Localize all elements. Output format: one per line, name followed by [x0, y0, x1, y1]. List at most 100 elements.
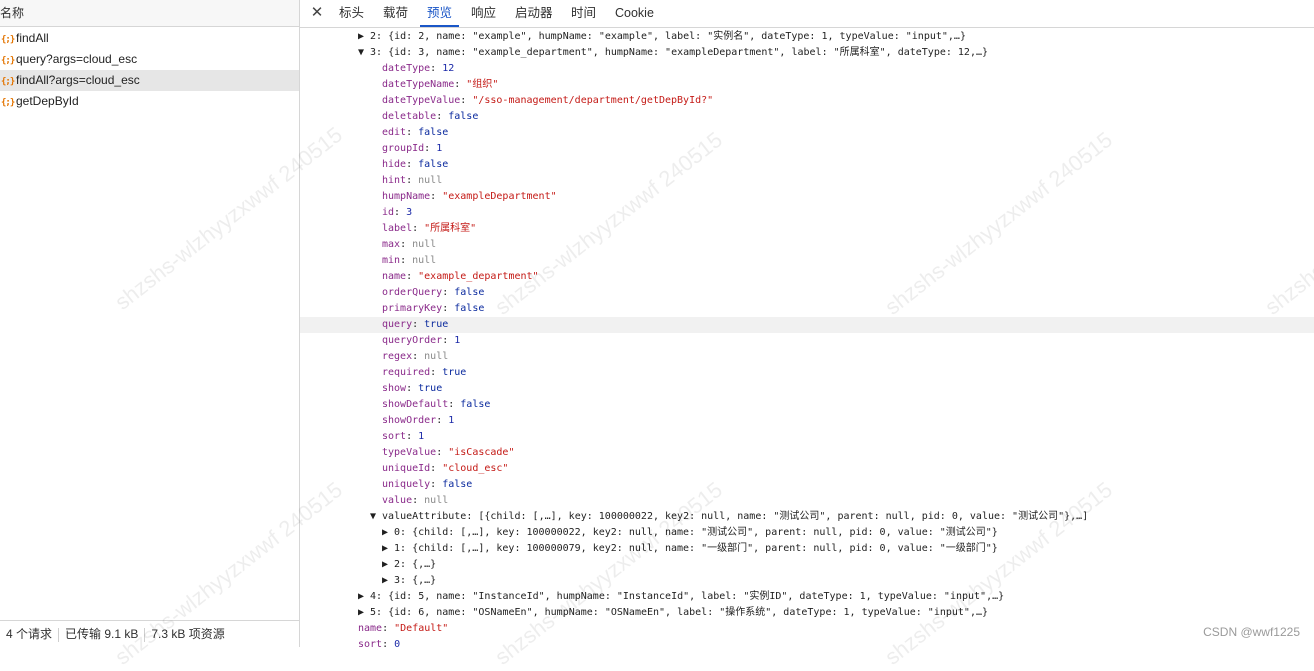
- value-attribute-item-3[interactable]: ▶ 3: {,…}: [300, 573, 1314, 589]
- prop-value: null: [412, 255, 437, 266]
- prop-key: sort: [358, 639, 383, 647]
- tab-initiator[interactable]: 启动器: [515, 0, 553, 27]
- tab-headers[interactable]: 标头: [339, 0, 364, 27]
- tree-prop-label: label: "所属科室": [382, 223, 477, 234]
- prop-value: 1: [448, 415, 455, 426]
- tree-prop-primaryKey: primaryKey: false: [382, 303, 485, 314]
- request-row-findall[interactable]: {;} findAll: [0, 28, 299, 49]
- tree-prop-id: id: 3: [382, 207, 413, 218]
- tab-payload[interactable]: 载荷: [383, 0, 408, 27]
- prop-key: min: [382, 255, 401, 266]
- prop-value: true: [424, 319, 449, 330]
- prop-key: uniqueId: [382, 463, 431, 474]
- value-attribute-item-1[interactable]: ▶ 1: {child: [,…], key: 100000079, key2:…: [300, 541, 1314, 557]
- prop-key: showDefault: [382, 399, 449, 410]
- tab-timing[interactable]: 时间: [571, 0, 596, 27]
- prop-key: dateTypeName: [382, 79, 455, 90]
- close-icon[interactable]: ✕: [308, 4, 326, 22]
- prop-key: query: [382, 319, 413, 330]
- prop-value: false: [442, 479, 473, 490]
- tree-prop-name: name: "example_department": [382, 271, 539, 282]
- tree-node-4[interactable]: ▶ 4: {id: 5, name: "InstanceId", humpNam…: [300, 589, 1314, 605]
- prop-key: orderQuery: [382, 287, 443, 298]
- prop-value: 12: [442, 63, 455, 74]
- tree-prop-regex: regex: null: [382, 351, 449, 362]
- prop-key: edit: [382, 127, 407, 138]
- prop-value: 1: [454, 335, 461, 346]
- prop-key: dateType: [382, 63, 431, 74]
- request-name: getDepById: [16, 94, 79, 108]
- prop-key: value: [382, 495, 413, 506]
- tree-prop-orderQuery: orderQuery: false: [382, 287, 485, 298]
- prop-value: false: [454, 287, 485, 298]
- tree-prop-groupId: groupId: 1: [382, 143, 443, 154]
- tree-prop-max: max: null: [382, 239, 437, 250]
- network-status-bar: 4 个请求 已传输 9.1 kB 7.3 kB 项资源: [0, 620, 299, 647]
- value-attribute-item-0[interactable]: ▶ 0: {child: [,…], key: 100000022, key2:…: [300, 525, 1314, 541]
- tree-prop-hide: hide: false: [382, 159, 449, 170]
- prop-key: showOrder: [382, 415, 437, 426]
- json-preview-tree: ▶ 2: {id: 2, name: "example", humpName: …: [300, 28, 1314, 647]
- tree-prop-edit: edit: false: [382, 127, 449, 138]
- prop-key: hide: [382, 159, 407, 170]
- prop-value: 3: [406, 207, 413, 218]
- tree-prop-dateType: dateType: 12: [382, 63, 455, 74]
- credit-label: CSDN @wwf1225: [1203, 625, 1300, 639]
- tree-prop-query: query: true: [300, 317, 1314, 333]
- prop-value: "exampleDepartment": [442, 191, 557, 202]
- fetch-icon: {;}: [1, 77, 15, 87]
- tree-prop-typeValue: typeValue: "isCascade": [382, 447, 515, 458]
- tab-cookies[interactable]: Cookie: [615, 0, 654, 27]
- prop-key: sort: [382, 431, 407, 442]
- request-name: findAll?args=cloud_esc: [16, 73, 140, 87]
- tab-response[interactable]: 响应: [471, 0, 496, 27]
- tree-prop-show: show: true: [382, 383, 443, 394]
- prop-value: "cloud_esc": [442, 463, 509, 474]
- request-row-getdepbyid[interactable]: {;} getDepById: [0, 91, 299, 112]
- tree-prop-deletable: deletable: false: [382, 111, 479, 122]
- prop-key: label: [382, 223, 413, 234]
- request-count: 4 个请求: [6, 627, 53, 641]
- tree-prop-queryOrder: queryOrder: 1: [382, 335, 461, 346]
- tree-prop-uniquely: uniquely: false: [382, 479, 473, 490]
- tree-node-5[interactable]: ▶ 5: {id: 6, name: "OSNameEn", humpName:…: [300, 605, 1314, 621]
- tree-node-value-attribute[interactable]: ▼ valueAttribute: [{child: [,…], key: 10…: [300, 509, 1314, 525]
- tree-prop-hint: hint: null: [382, 175, 443, 186]
- prop-value: null: [412, 239, 437, 250]
- fetch-icon: {;}: [1, 35, 15, 45]
- prop-value: false: [448, 111, 479, 122]
- prop-value: "example_department": [418, 271, 539, 282]
- value-attribute-item-2[interactable]: ▶ 2: {,…}: [300, 557, 1314, 573]
- prop-value: false: [460, 399, 491, 410]
- prop-value: 1: [418, 431, 425, 442]
- tree-node-2[interactable]: ▶ 2: {id: 2, name: "example", humpName: …: [300, 29, 1314, 45]
- tree-prop-min: min: null: [382, 255, 437, 266]
- prop-value: 1: [436, 143, 443, 154]
- prop-key: regex: [382, 351, 413, 362]
- prop-value: true: [418, 383, 443, 394]
- name-column-header[interactable]: 名称: [0, 0, 299, 27]
- tree-prop-sort: sort: 0: [300, 637, 1314, 647]
- prop-key: humpName: [382, 191, 431, 202]
- detail-pane: ✕ 标头 载荷 预览 响应 启动器 时间 Cookie ▶ 2: {id: 2,…: [300, 0, 1314, 647]
- prop-value: null: [424, 351, 449, 362]
- prop-key: name: [358, 623, 383, 634]
- prop-value: "组织": [466, 79, 499, 90]
- resources-size: 7.3 kB 项资源: [151, 627, 225, 641]
- prop-value: "所属科室": [424, 223, 477, 234]
- prop-value: null: [418, 175, 443, 186]
- prop-key: queryOrder: [382, 335, 443, 346]
- prop-key: id: [382, 207, 395, 218]
- tree-prop-uniqueId: uniqueId: "cloud_esc": [382, 463, 509, 474]
- prop-key: typeValue: [382, 447, 437, 458]
- request-row-findall-args[interactable]: {;} findAll?args=cloud_esc: [0, 70, 299, 91]
- prop-value: "/sso-management/department/getDepById?": [472, 95, 714, 106]
- prop-key: show: [382, 383, 407, 394]
- prop-key: name: [382, 271, 407, 282]
- tree-prop-sort: sort: 1: [382, 431, 425, 442]
- request-row-query[interactable]: {;} query?args=cloud_esc: [0, 49, 299, 70]
- prop-value: "Default": [394, 623, 449, 634]
- tree-node-3[interactable]: ▼ 3: {id: 3, name: "example_department",…: [300, 45, 1314, 61]
- tab-preview[interactable]: 预览: [420, 0, 460, 27]
- tree-prop-showDefault: showDefault: false: [382, 399, 491, 410]
